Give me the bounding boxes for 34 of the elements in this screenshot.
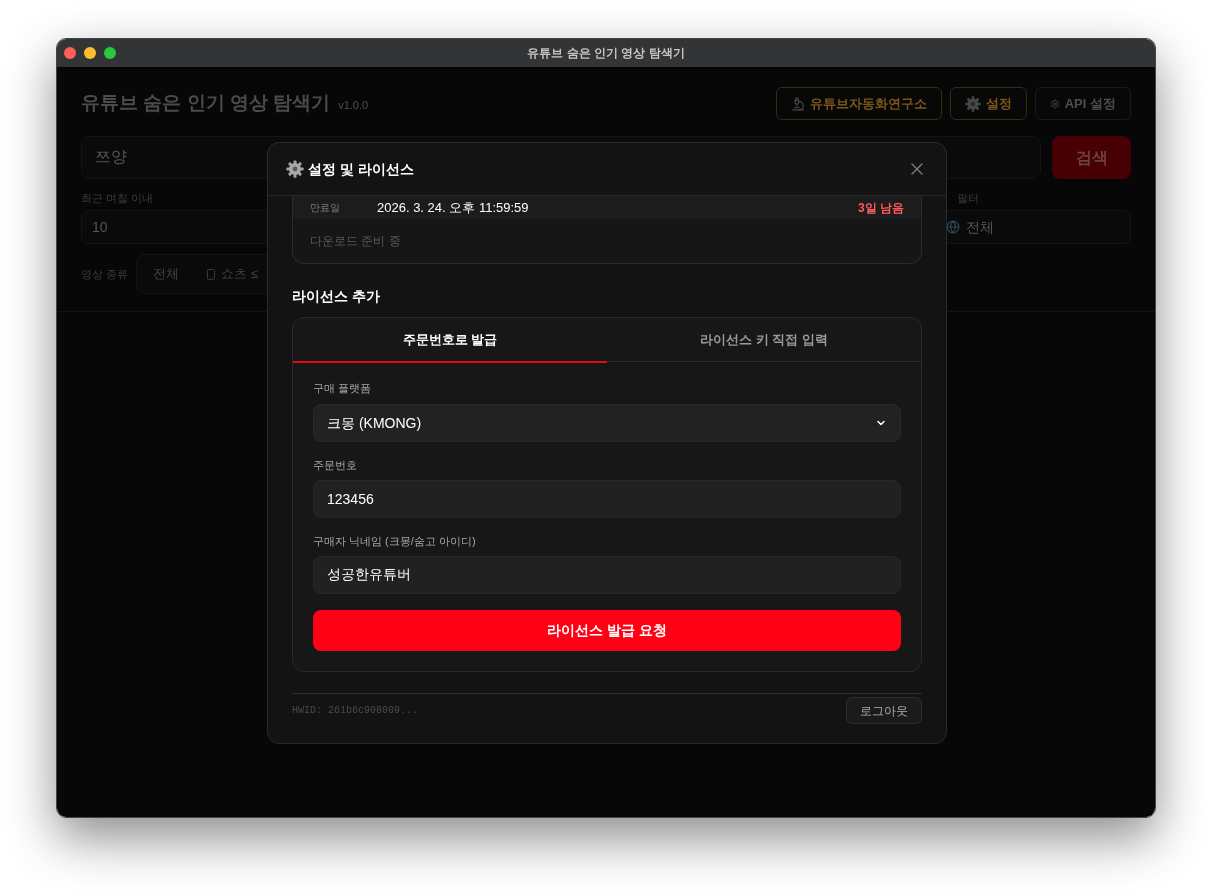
api-header-button[interactable]: API 설정 [1034, 87, 1131, 120]
text-input[interactable]: 123456 [313, 480, 901, 518]
days-remaining: 3일 남음 [858, 199, 904, 217]
lab-header-button[interactable]: 유튜브자동화연구소 [775, 87, 942, 120]
app-title: 유튜브 숨은 인기 영상 탐색기 [81, 91, 331, 116]
section-heading: 라이선스 추가 [292, 287, 381, 305]
logout-button[interactable]: 로그아웃 [846, 697, 922, 724]
platform-select[interactable]: 크몽 (KMONG) [313, 404, 901, 442]
microscope-icon [790, 96, 805, 111]
video-type-option[interactable]: 쇼츠 ≤ [195, 255, 278, 293]
phone-icon [205, 266, 218, 282]
gear-icon [964, 95, 981, 112]
video-type-option[interactable]: 전체 [137, 255, 196, 293]
dialog-title: 설정 및 라이선스 [308, 159, 414, 179]
globe-icon [946, 220, 960, 234]
expiry-label: 만료일 [310, 201, 341, 215]
search-button[interactable]: 검색 [1052, 136, 1131, 179]
field-label: 구매 플랫폼 [313, 382, 373, 395]
minimize-window-icon[interactable] [84, 47, 96, 59]
gear-icon [286, 160, 304, 178]
close-window-icon[interactable] [64, 47, 76, 59]
tab[interactable]: 라이선스 키 직접 입력 [607, 318, 921, 361]
download-status: 다운로드 준비 중 [310, 234, 402, 248]
text-input[interactable]: 성공한유튜버 [313, 556, 901, 594]
field-label: 구매자 닉네임 (크몽/숨고 아이디) [313, 535, 477, 548]
zoom-window-icon[interactable] [104, 47, 116, 59]
tab[interactable]: 주문번호로 발급 [293, 318, 607, 363]
field-label: 주문번호 [313, 459, 358, 472]
window-title: 유튜브 숨은 인기 영상 탐색기 [527, 45, 685, 62]
submit-button[interactable]: 라이선스 발급 요청 [313, 610, 901, 651]
expiry-date: 2026. 3. 24. 오후 11:59:59 [377, 198, 529, 217]
settings-header-button[interactable]: 설정 [949, 87, 1027, 120]
version-label: v1.0.0 [338, 98, 369, 114]
settings-icon [1049, 98, 1060, 109]
